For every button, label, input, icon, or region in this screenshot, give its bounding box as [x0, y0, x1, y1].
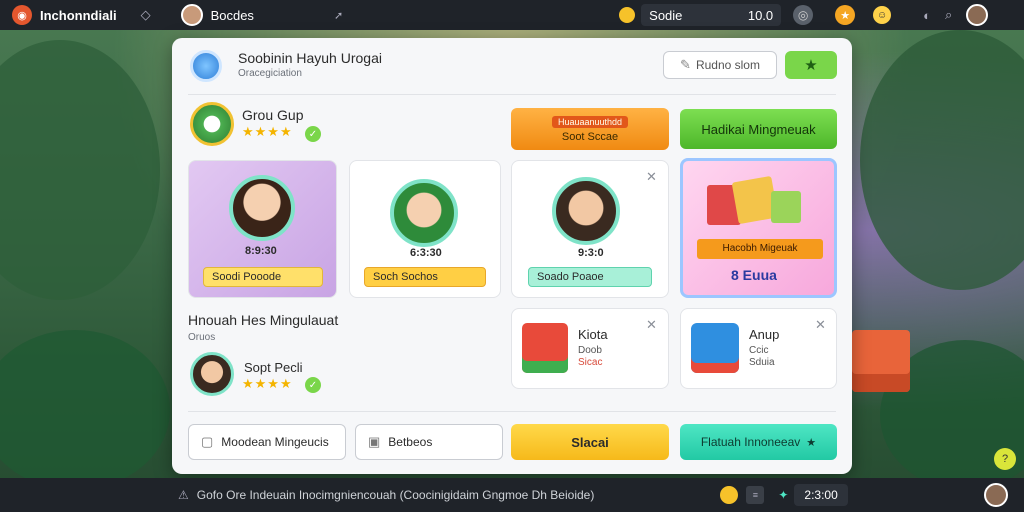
user-rating: ★★★★: [242, 376, 293, 391]
settings-icon[interactable]: ◎: [793, 5, 814, 25]
edit-icon: ✎: [680, 57, 691, 72]
primary-button-label: Slacai: [571, 434, 609, 450]
avatar-chip[interactable]: Soado Poaoe: [528, 267, 652, 287]
status-text: Gofo Ore Indeuain Inocimgniencouah (Cooc…: [196, 488, 595, 502]
star-icon: ★: [806, 436, 817, 449]
profile-avatar[interactable]: [983, 483, 1008, 507]
search-icon[interactable]: ⌕: [945, 7, 952, 23]
teal-button[interactable]: Flatuah Innoneeav ★: [680, 424, 837, 460]
item-icon: [691, 323, 739, 373]
user-name: Bocdes: [210, 7, 254, 23]
page-subtitle: Oracegiciation: [238, 68, 302, 79]
secondary-button-label: Rudno slom: [695, 58, 760, 72]
item-line2: Sicac: [578, 357, 603, 368]
item-line1: Doob: [578, 345, 602, 356]
verified-icon: ✓: [305, 126, 321, 142]
star-icon: ★: [804, 57, 818, 74]
green-action-button[interactable]: Hadikai Mingmeuak: [680, 109, 837, 149]
footer-button-1-label: Moodean Mingeucis: [221, 435, 329, 449]
top-bar: ◉ Inchonndiali ◇ Bocdes ➚ Sodie 10.0 ◎ ★…: [0, 0, 1024, 30]
background-foliage-right: [860, 30, 1024, 290]
close-icon[interactable]: ✕: [646, 317, 657, 333]
offer-ribbon: Huauaanuuthdd: [551, 115, 629, 128]
teal-button-label: Flatuah Innoneeav: [700, 435, 801, 449]
diamond-icon[interactable]: ◇: [141, 7, 151, 23]
avatar-card-2[interactable]: 6:3:30 Soch Sochos: [349, 160, 501, 298]
divider: [188, 411, 836, 412]
item-icon: [522, 323, 568, 373]
chat-icon[interactable]: ✦: [778, 488, 788, 502]
item-line1: Ccic: [749, 345, 769, 356]
avatar-chip[interactable]: Soodi Pooode: [203, 267, 323, 287]
secondary-button[interactable]: ✎ Rudno slom: [663, 51, 777, 79]
tag-icon: ▣: [368, 434, 381, 449]
avatar-card-3[interactable]: ✕ 9:3:0 Soado Poaoe: [511, 160, 669, 298]
divider: [188, 94, 836, 95]
avatar-price: 6:3:30: [410, 247, 442, 259]
offer-banner[interactable]: Huauaanuuthdd Soot Sccae: [511, 108, 669, 150]
item-line2: Sduia: [749, 357, 775, 368]
green-action-label: Hadikai Mingmeuak: [701, 121, 816, 137]
avatar-chip[interactable]: Soch Sochos: [364, 267, 486, 287]
item-title: Anup: [749, 327, 780, 342]
reward-icon[interactable]: ★: [835, 5, 856, 25]
notification-icon[interactable]: ☺: [873, 6, 892, 24]
promo-price: 8 Euua: [731, 267, 777, 283]
store-panel: Soobinin Hayuh Urogai Oracegiciation ✎ R…: [172, 38, 852, 474]
app-title: Inchonndiali: [40, 7, 117, 23]
footer-button-2-label: Betbeos: [388, 435, 433, 449]
background-foliage-left: [0, 40, 160, 300]
primary-button[interactable]: Slacai: [511, 424, 669, 460]
coin-icon: [720, 486, 739, 504]
app-logo-icon[interactable]: ◉: [12, 5, 32, 25]
bottom-bar: ⚠ Gofo Ore Indeuain Inocimgniencouah (Co…: [0, 478, 1024, 512]
user-name: Sopt Pecli: [244, 360, 303, 375]
avatar-portrait: [390, 179, 458, 247]
promo-banner: Hacobh Migeuak: [697, 239, 823, 259]
background-bush-left: [0, 330, 170, 490]
avatar-card-1[interactable]: 8:9:30 Soodi Pooode: [188, 160, 337, 298]
item-card-1[interactable]: ✕ Kiota Doob Sicac: [511, 308, 669, 389]
group-rating: ★★★★: [242, 124, 293, 139]
count-badge: 2:3:00: [794, 484, 848, 506]
checkbox-icon: ▢: [201, 434, 214, 449]
group-name: Grou Gup: [242, 107, 304, 123]
avatar-portrait: [552, 177, 620, 245]
offer-sub-label: Soot Sccae: [561, 130, 619, 143]
expand-icon[interactable]: ➚: [334, 9, 343, 22]
warning-icon: ⚠: [178, 488, 189, 502]
background-chest: [852, 330, 910, 392]
coin-value: 10.0: [747, 7, 774, 23]
favorite-button[interactable]: ★: [785, 51, 837, 79]
avatar-portrait: [229, 175, 295, 241]
item-card-2[interactable]: ✕ Anup Ccic Sduia: [680, 308, 837, 389]
coin-icon: [619, 7, 636, 23]
avatar-price: 9:3:0: [578, 247, 604, 259]
section-title: Hnouah Hes Mingulauat: [188, 312, 339, 328]
close-icon[interactable]: ✕: [815, 317, 826, 333]
group-badge-icon: [190, 102, 234, 146]
user-avatar[interactable]: [190, 352, 234, 396]
avatar[interactable]: [180, 4, 203, 26]
profile-avatar[interactable]: [966, 4, 989, 26]
promo-card[interactable]: Hacobh Migeuak 8 Euua: [680, 158, 837, 298]
footer-button-1[interactable]: ▢ Moodean Mingeucis: [188, 424, 346, 460]
header-logo-icon: [190, 50, 222, 82]
coin-counter: Sodie 10.0: [641, 4, 782, 26]
avatar-price: 8:9:30: [245, 245, 277, 257]
section-subtitle: Oruos: [188, 332, 216, 343]
page-title: Soobinin Hayuh Urogai: [238, 50, 382, 66]
verified-icon: ✓: [305, 377, 321, 393]
close-icon[interactable]: ✕: [646, 169, 657, 185]
chat-icon[interactable]: ◐: [923, 8, 931, 23]
help-bubble-icon[interactable]: ?: [994, 448, 1016, 470]
gift-boxes: [707, 175, 807, 229]
count-value: 2:3:00: [804, 488, 838, 502]
coin-label: Sodie: [649, 7, 683, 23]
footer-button-2[interactable]: ▣ Betbeos: [355, 424, 503, 460]
item-title: Kiota: [578, 327, 608, 342]
menu-icon[interactable]: ≡: [746, 486, 765, 504]
